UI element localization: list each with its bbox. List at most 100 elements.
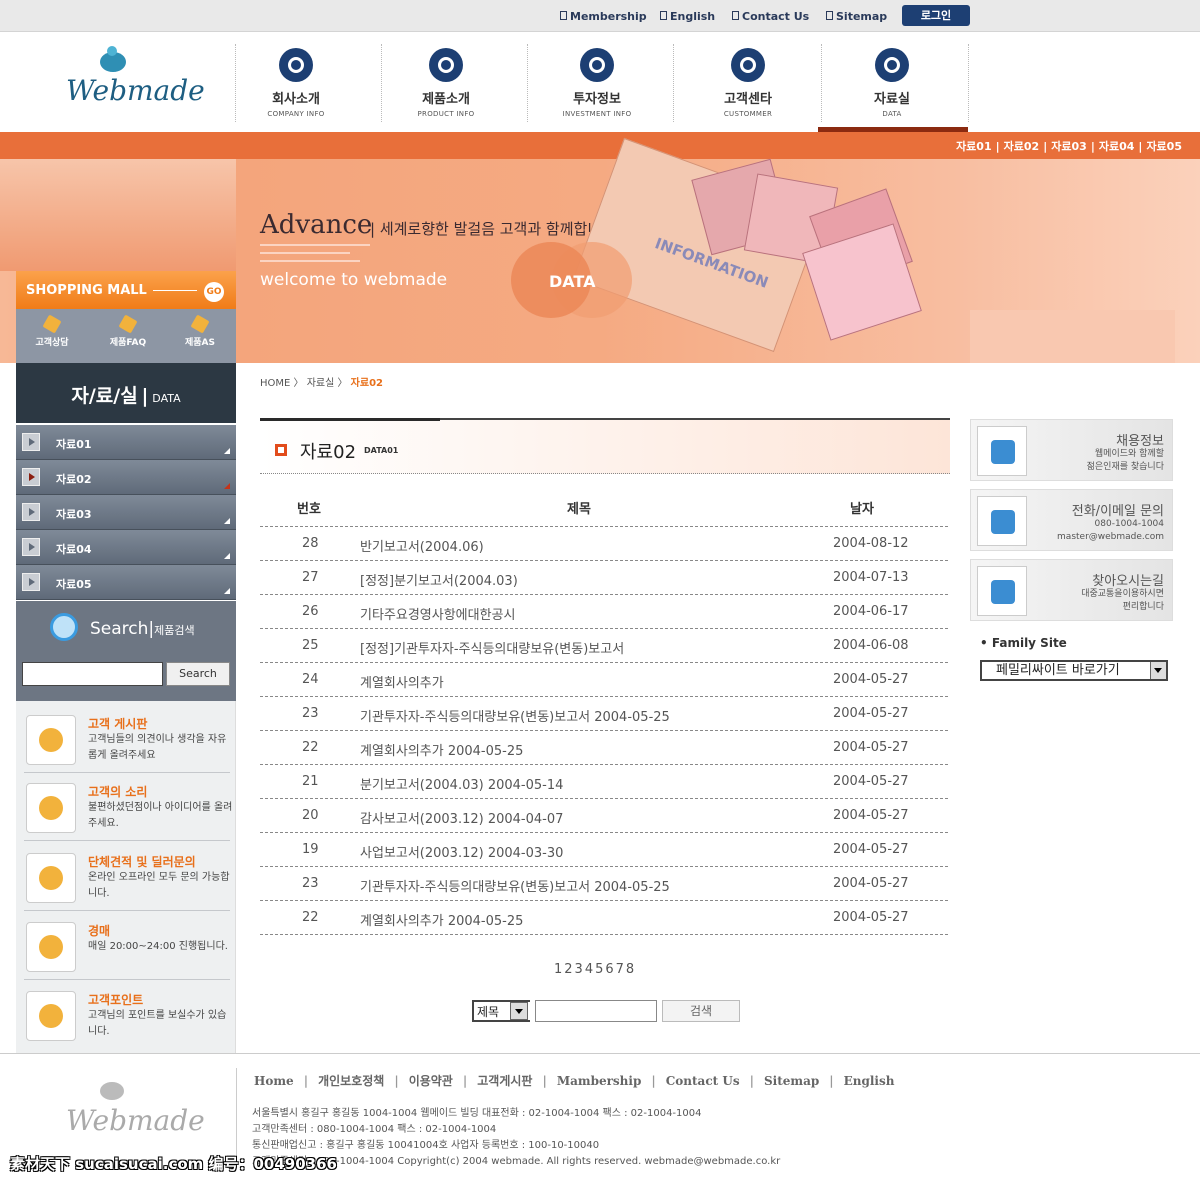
row-date: 2004-08-12 xyxy=(833,536,909,551)
family-site-select[interactable]: 페밀리싸이트 바로가기 xyxy=(980,660,1168,681)
row-subject[interactable]: 기관투자자-주식등의대량보유(변동)보고서 2004-05-25 xyxy=(360,876,670,895)
left-menu-item-data04[interactable]: 자료04 xyxy=(16,530,236,565)
search-button[interactable]: Search xyxy=(166,662,230,686)
table-row[interactable]: 24 계열회사의추가 2004-05-27 xyxy=(260,663,948,697)
chevron-down-icon[interactable] xyxy=(510,1002,528,1020)
pagination[interactable]: 12345678 xyxy=(554,962,636,977)
submenu-item[interactable]: 자료05 xyxy=(1146,140,1182,153)
nav-investment-info[interactable]: 투자정보 INVESTMENT INFO xyxy=(532,44,662,124)
disc-icon xyxy=(580,48,614,82)
row-date: 2004-06-08 xyxy=(833,638,909,653)
breadcrumb-section[interactable]: 자료실 xyxy=(307,378,335,389)
hero-decor-line xyxy=(260,260,360,262)
left-menu-item-data02[interactable]: 자료02 xyxy=(16,460,236,495)
hero-right-decor xyxy=(970,310,1175,363)
footer-link-home[interactable]: Home xyxy=(254,1074,294,1088)
search-input[interactable] xyxy=(22,662,163,686)
shop-consult-link[interactable]: 고객상담 xyxy=(22,314,82,348)
table-row[interactable]: 20 감사보고서(2003.12) 2004-04-07 2004-05-27 xyxy=(260,799,948,833)
nav-label: 자료실 xyxy=(874,92,910,107)
site-logo[interactable]: Webmade xyxy=(66,46,205,112)
feature-auction[interactable]: 경매 매일 20:00~24:00 진행됩니다. xyxy=(24,914,230,980)
row-subject[interactable]: [정정]기관투자자-주식등의대량보유(변동)보고서 xyxy=(360,638,624,657)
footer-link-board[interactable]: 고객게시판 xyxy=(477,1074,532,1088)
submenu-item[interactable]: 자료01 xyxy=(956,140,992,153)
row-number: 21 xyxy=(302,774,319,789)
row-subject[interactable]: 계열회사의추가 xyxy=(360,672,444,691)
diamond-icon xyxy=(429,48,463,82)
footer-link-terms[interactable]: 이용약관 xyxy=(409,1074,453,1088)
contact-widget[interactable]: 전화/이메일 문의 080-1004-1004 master@webmade.co… xyxy=(970,489,1173,551)
row-subject[interactable]: 감사보고서(2003.12) 2004-04-07 xyxy=(360,808,563,827)
nav-sublabel: PRODUCT INFO xyxy=(417,110,475,118)
product-search-panel xyxy=(16,601,236,701)
recruit-widget[interactable]: 채용정보 웹메이드와 함께할 젊은인재를 찾습니다 xyxy=(970,419,1173,481)
feature-voice[interactable]: 고객의 소리불편하셨던점이나 아이디어를 올려주세요. xyxy=(24,775,233,841)
table-row[interactable]: 22 계열회사의추가 2004-05-25 2004-05-27 xyxy=(260,731,948,765)
arrow-box-icon xyxy=(22,573,40,591)
row-subject[interactable]: 분기보고서(2004.03) 2004-05-14 xyxy=(360,774,563,793)
feature-title: 고객 게시판 xyxy=(88,717,148,731)
hero-welcome: welcome to webmade xyxy=(260,270,448,290)
feature-desc: 고객님들의 의견이나 생각을 자유롭게 올려주세요 xyxy=(88,734,227,761)
membership-link[interactable]: Membership xyxy=(560,10,647,23)
board-search-input[interactable] xyxy=(535,1000,657,1022)
shop-link-label: 제품FAQ xyxy=(109,338,147,348)
widget-title: 전화/이메일 문의 xyxy=(1071,504,1164,519)
table-row[interactable]: 23 기관투자자-주식등의대량보유(변동)보고서 2004-05-25 2004-0… xyxy=(260,697,948,731)
row-subject[interactable]: 반기보고서(2004.06) xyxy=(360,536,484,555)
table-row[interactable]: 28 반기보고서(2004.06) 2004-08-12 xyxy=(260,527,948,561)
breadcrumb-home[interactable]: HOME xyxy=(260,378,290,389)
table-row[interactable]: 25 [정정]기관투자자-주식등의대량보유(변동)보고서 2004-06-08 xyxy=(260,629,948,663)
row-subject[interactable]: [정정]분기보고서(2004.03) xyxy=(360,570,518,589)
nav-data[interactable]: 자료실 DATA xyxy=(827,44,957,124)
left-menu-item-data03[interactable]: 자료03 xyxy=(16,495,236,530)
nav-company-info[interactable]: 회사소개 COMPANY INFO xyxy=(231,44,361,124)
shopping-mall-button[interactable]: SHOPPING MALL GO xyxy=(16,271,236,309)
table-row[interactable]: 21 분기보고서(2004.03) 2004-05-14 2004-05-27 xyxy=(260,765,948,799)
left-menu-item-data05[interactable]: 자료05 xyxy=(16,565,236,600)
widget-title: 채용정보 xyxy=(1116,434,1164,449)
left-menu-label: 자료01 xyxy=(56,438,92,451)
row-subject[interactable]: 기타주요경영사항에대한공시 xyxy=(360,604,515,623)
row-subject[interactable]: 계열회사의추가 2004-05-25 xyxy=(360,740,523,759)
footer-link-contact[interactable]: Contact Us xyxy=(666,1074,740,1088)
sitemap-link[interactable]: Sitemap xyxy=(826,10,887,23)
footer-link-privacy[interactable]: 개인보호정책 xyxy=(318,1074,384,1088)
table-row[interactable]: 27 [정정]분기보고서(2004.03) 2004-07-13 xyxy=(260,561,948,595)
directions-widget[interactable]: 찾아오시는길 대중교통을이용하시면 편리합니다 xyxy=(970,559,1173,621)
contact-us-link[interactable]: Contact Us xyxy=(732,10,809,23)
feature-quote[interactable]: 단체견적 및 딜러문의 온라인 오프라인 모두 문의 가능합니다. xyxy=(24,845,230,911)
footer-link-sitemap[interactable]: Sitemap xyxy=(764,1074,819,1088)
submenu-item[interactable]: 자료02 xyxy=(1004,140,1040,153)
table-row[interactable]: 19 사업보고서(2003.12) 2004-03-30 2004-05-27 xyxy=(260,833,948,867)
feature-points[interactable]: 고객포인트 고객님의 포인트를 보실수가 있습니다. xyxy=(24,983,230,1049)
footer-link-membership[interactable]: Mambership xyxy=(557,1074,642,1088)
table-row[interactable]: 23 기관투자자-주식등의대량보유(변동)보고서 2004-05-25 2004-0… xyxy=(260,867,948,901)
shop-as-link[interactable]: 제품AS xyxy=(170,314,230,348)
left-menu-item-data01[interactable]: 자료01 xyxy=(16,425,236,460)
submenu-item[interactable]: 자료03 xyxy=(1051,140,1087,153)
nav-customer[interactable]: 고객센타 CUSTOMMER xyxy=(683,44,813,124)
nav-divider xyxy=(527,44,528,122)
feature-board[interactable]: 고객 게시판고객님들의 의견이나 생각을 자유롭게 올려주세요 xyxy=(24,707,230,773)
feature-title: 고객의 소리 xyxy=(88,785,148,799)
english-link[interactable]: English xyxy=(660,10,715,23)
nav-product-info[interactable]: 제품소개 PRODUCT INFO xyxy=(381,44,511,124)
chevron-down-icon[interactable] xyxy=(1150,662,1166,679)
section-subtitle: DATA xyxy=(152,392,181,405)
table-row[interactable]: 26 기타주요경영사항에대한공시 2004-06-17 xyxy=(260,595,948,629)
feature-desc: 불편하셨던점이나 아이디어를 올려주세요. xyxy=(88,802,233,829)
shop-faq-link[interactable]: 제품FAQ xyxy=(98,314,158,348)
login-button[interactable]: 로그인 xyxy=(902,5,970,26)
row-subject[interactable]: 기관투자자-주식등의대량보유(변동)보고서 2004-05-25 xyxy=(360,706,670,725)
row-subject[interactable]: 계열회사의추가 2004-05-25 xyxy=(360,910,523,929)
submenu-item[interactable]: 자료04 xyxy=(1099,140,1135,153)
table-row[interactable]: 22 계열회사의추가 2004-05-25 2004-05-27 xyxy=(260,901,948,935)
footer-link-english[interactable]: English xyxy=(844,1074,895,1088)
row-date: 2004-07-13 xyxy=(833,570,909,585)
nav-sublabel: DATA xyxy=(882,110,902,118)
board-search-button[interactable]: 검색 xyxy=(662,1000,740,1022)
row-subject[interactable]: 사업보고서(2003.12) 2004-03-30 xyxy=(360,842,563,861)
row-number: 27 xyxy=(302,570,319,585)
